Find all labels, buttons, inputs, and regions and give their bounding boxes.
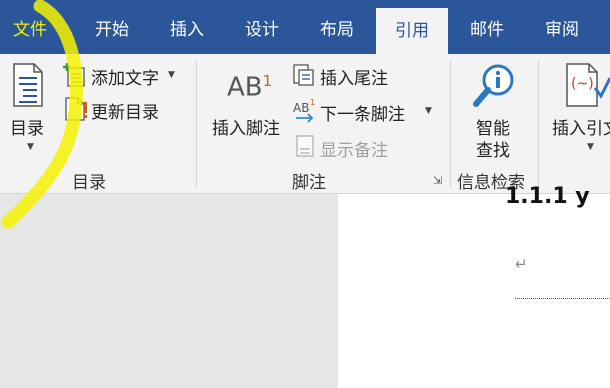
update-toc-icon [65,97,87,121]
svg-text:(~): (~) [571,76,594,92]
ribbon-tab-bar: 文件 开始 插入 设计 布局 引用 邮件 审阅 [0,0,610,54]
insert-endnote-label: 插入尾注 [320,69,388,89]
endnote-icon [293,64,314,86]
insert-citation-label: 插入引文 [552,119,610,139]
next-footnote-icon: AB 1 [293,98,315,123]
insert-citation-icon: (~) [566,63,610,107]
tab-mailings[interactable]: 邮件 [455,0,519,54]
add-text-label: 添加文字 [91,69,159,89]
toc-dropdown-icon: ▼ [27,142,34,152]
dialog-launcher-icon[interactable]: ⇲ [433,174,442,187]
insert-citation-dropdown-icon: ▼ [587,142,594,152]
update-toc-label: 更新目录 [91,103,159,123]
tab-home[interactable]: 开始 [80,0,144,54]
show-notes-label: 显示备注 [320,141,388,161]
next-footnote-label: 下一条脚注 [320,105,405,125]
ribbon-panel: 目录 ▼ 添加文字 ▼ 更新目录 目录 AB1 插入脚注 插入尾注 AB 1 下… [0,54,610,194]
tab-design[interactable]: 设计 [230,0,294,54]
group-label-footnotes: 脚注 [292,173,326,193]
insert-footnote-label: 插入脚注 [212,119,280,139]
add-text-dropdown-icon: ▼ [168,70,175,80]
group-separator [538,60,539,188]
group-label-toc: 目录 [72,173,106,193]
tab-layout[interactable]: 布局 [305,0,369,54]
tab-insert[interactable]: 插入 [155,0,219,54]
svg-text:1: 1 [310,98,315,107]
next-footnote-dropdown-icon: ▼ [425,106,432,116]
footnote-icon-text: AB [227,72,263,103]
smart-lookup-label-2: 查找 [476,141,510,161]
group-separator [196,60,197,188]
svg-text:AB: AB [293,101,309,115]
footnote-icon: AB1 [227,72,272,103]
dotted-line [515,298,610,299]
document-page[interactable] [338,194,610,388]
tab-review[interactable]: 审阅 [530,0,594,54]
add-text-icon [63,63,85,87]
tab-file[interactable]: 文件 [0,0,60,54]
paragraph-mark: ↵ [515,255,528,273]
smart-lookup-icon [473,64,514,107]
toc-icon [13,63,43,107]
document-heading: 1.1.1 y [505,184,590,209]
tab-references[interactable]: 引用 [376,8,448,54]
group-separator [450,60,451,188]
footnote-icon-sup: 1 [262,72,273,90]
toc-button-label: 目录 [10,119,44,139]
show-notes-icon [296,135,314,157]
